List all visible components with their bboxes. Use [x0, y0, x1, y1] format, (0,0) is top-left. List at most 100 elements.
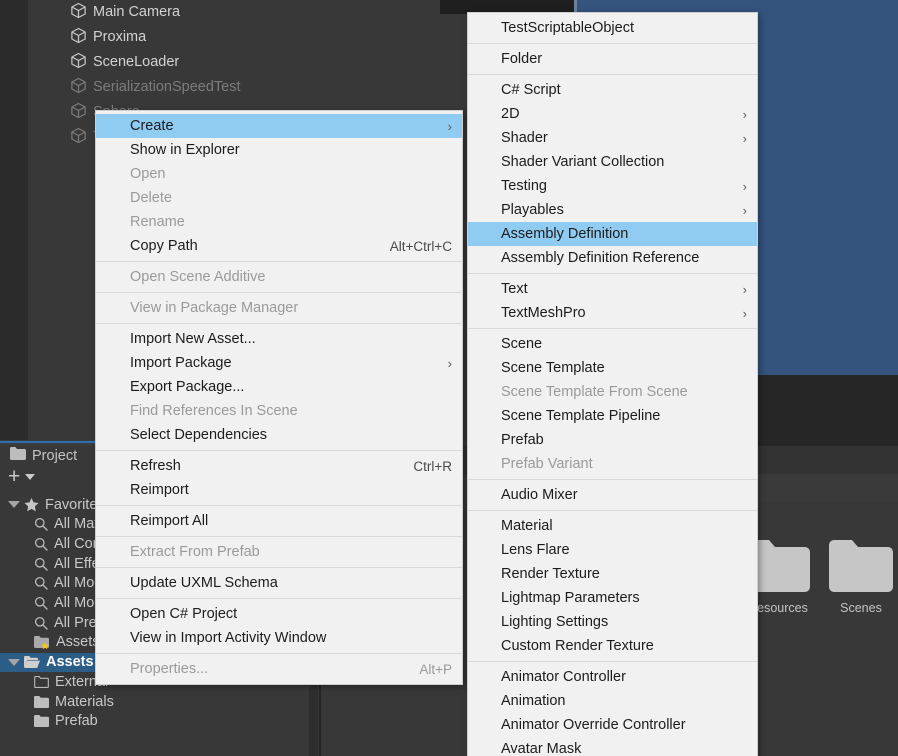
create-item-animator-controller[interactable]: Animator Controller [468, 665, 757, 689]
create-item-testing[interactable]: Testing› [468, 174, 757, 198]
project-add-menu[interactable]: + [8, 470, 35, 484]
menu-item-label: 2D [501, 106, 520, 122]
tab-project[interactable]: Project [10, 447, 77, 464]
menu-item-view-in-import-activity-window[interactable]: View in Import Activity Window [96, 626, 462, 650]
menu-item-label: Export Package... [130, 379, 244, 395]
menu-item-show-in-explorer[interactable]: Show in Explorer [96, 138, 462, 162]
menu-item-label: Material [501, 518, 553, 534]
menu-item-label: Find References In Scene [130, 403, 298, 419]
menu-item-export-package[interactable]: Export Package... [96, 375, 462, 399]
left-gutter [0, 0, 28, 446]
create-item-playables[interactable]: Playables› [468, 198, 757, 222]
menu-item-label: Reimport [130, 482, 189, 498]
search-icon [34, 596, 48, 610]
create-item-material[interactable]: Material [468, 514, 757, 538]
create-item-scene[interactable]: Scene [468, 332, 757, 356]
menu-item-open-c-project[interactable]: Open C# Project [96, 602, 462, 626]
create-submenu[interactable]: TestScriptableObjectFolderC# Script2D›Sh… [467, 12, 758, 756]
menu-item-label: View in Import Activity Window [130, 630, 326, 646]
plus-icon[interactable]: + [8, 470, 20, 484]
chevron-right-icon: › [725, 132, 747, 145]
menu-separator [468, 273, 757, 274]
create-item-testscriptableobject[interactable]: TestScriptableObject [468, 16, 757, 40]
menu-item-create[interactable]: Create› [96, 114, 462, 138]
create-item-text[interactable]: Text› [468, 277, 757, 301]
gameobject-cube-icon [70, 2, 87, 19]
create-item-shader[interactable]: Shader › [468, 126, 757, 150]
hierarchy-item-sceneloader[interactable]: SceneLoader [70, 52, 179, 72]
gameobject-cube-icon [70, 127, 87, 148]
menu-item-label: Shader [501, 130, 548, 146]
chevron-down-icon[interactable] [8, 659, 20, 666]
menu-item-reimport[interactable]: Reimport [96, 478, 462, 502]
create-item-assembly-definition-reference[interactable]: Assembly Definition Reference [468, 246, 757, 270]
menu-item-label: Prefab Variant [501, 456, 593, 472]
menu-separator [96, 567, 462, 568]
menu-item-reimport-all[interactable]: Reimport All [96, 509, 462, 533]
hierarchy-item-main-camera[interactable]: Main Camera [70, 2, 180, 22]
gameobject-cube-icon [70, 52, 87, 73]
project-tree-item-prefab[interactable]: Prefab [0, 712, 320, 731]
create-item-custom-render-texture[interactable]: Custom Render Texture [468, 634, 757, 658]
menu-item-update-uxml-schema[interactable]: Update UXML Schema [96, 571, 462, 595]
menu-item-label: Import New Asset... [130, 331, 256, 347]
create-item-assembly-definition[interactable]: Assembly Definition [468, 222, 757, 246]
menu-item-import-new-asset[interactable]: Import New Asset... [96, 327, 462, 351]
create-item-shader-variant-collection[interactable]: Shader Variant Collection [468, 150, 757, 174]
menu-item-label: Create [130, 118, 174, 134]
menu-item-rename: Rename [96, 210, 462, 234]
create-item-animator-override-controller[interactable]: Animator Override Controller [468, 713, 757, 737]
project-asset-context-menu[interactable]: Create›Show in ExplorerOpenDeleteRenameC… [95, 110, 463, 685]
tab-project-label: Project [32, 448, 77, 464]
asset-item-scenes[interactable]: Scenes [813, 540, 898, 615]
search-icon [34, 576, 48, 590]
create-item-avatar-mask[interactable]: Avatar Mask [468, 737, 757, 756]
gameobject-cube-icon [70, 102, 87, 123]
menu-item-label: Update UXML Schema [130, 575, 278, 591]
hierarchy-item-proxima[interactable]: Proxima [70, 27, 146, 47]
create-item-scene-template-pipeline[interactable]: Scene Template Pipeline [468, 404, 757, 428]
search-icon [34, 557, 48, 571]
gameobject-cube-icon [70, 127, 87, 144]
menu-item-import-package[interactable]: Import Package› [96, 351, 462, 375]
create-item-render-texture[interactable]: Render Texture [468, 562, 757, 586]
folder-open-icon [24, 656, 40, 668]
chevron-down-icon[interactable] [8, 501, 20, 508]
menu-item-select-dependencies[interactable]: Select Dependencies [96, 423, 462, 447]
create-item-c-script[interactable]: C# Script [468, 78, 757, 102]
menu-item-label: Rename [130, 214, 185, 230]
favorite-folder-icon [34, 636, 50, 649]
menu-item-label: Scene Template Pipeline [501, 408, 660, 424]
menu-separator [96, 505, 462, 506]
project-tree-item-materials[interactable]: Materials [0, 692, 320, 711]
create-item-audio-mixer[interactable]: Audio Mixer [468, 483, 757, 507]
chevron-down-icon[interactable] [25, 474, 35, 480]
menu-item-label: Animator Override Controller [501, 717, 686, 733]
menu-item-open-scene-additive: Open Scene Additive [96, 265, 462, 289]
menu-item-open: Open [96, 162, 462, 186]
hierarchy-item-label: Proxima [93, 29, 146, 45]
create-item-animation[interactable]: Animation [468, 689, 757, 713]
create-item-textmeshpro[interactable]: TextMeshPro› [468, 301, 757, 325]
menu-separator [96, 450, 462, 451]
create-item-lens-flare[interactable]: Lens Flare [468, 538, 757, 562]
create-item-scene-template[interactable]: Scene Template [468, 356, 757, 380]
create-item-2d[interactable]: 2D › [468, 102, 757, 126]
create-item-folder[interactable]: Folder [468, 47, 757, 71]
chevron-right-icon: › [725, 108, 747, 121]
search-icon [34, 537, 48, 551]
favorite-folder-icon [34, 636, 50, 649]
create-item-prefab[interactable]: Prefab [468, 428, 757, 452]
menu-item-copy-path[interactable]: Copy PathAlt+Ctrl+C [96, 234, 462, 258]
hierarchy-item-serializationspeedtest[interactable]: SerializationSpeedTest [70, 77, 241, 97]
create-item-lightmap-parameters[interactable]: Lightmap Parameters [468, 586, 757, 610]
menu-item-label: Reimport All [130, 513, 208, 529]
menu-item-label: Show in Explorer [130, 142, 240, 158]
menu-item-label: Playables [501, 202, 564, 218]
menu-item-refresh[interactable]: RefreshCtrl+R [96, 454, 462, 478]
menu-item-label: Animator Controller [501, 669, 626, 685]
create-item-lighting-settings[interactable]: Lighting Settings [468, 610, 757, 634]
menu-item-label: Render Texture [501, 566, 600, 582]
folder-icon [34, 696, 49, 708]
chevron-right-icon: › [725, 283, 747, 296]
